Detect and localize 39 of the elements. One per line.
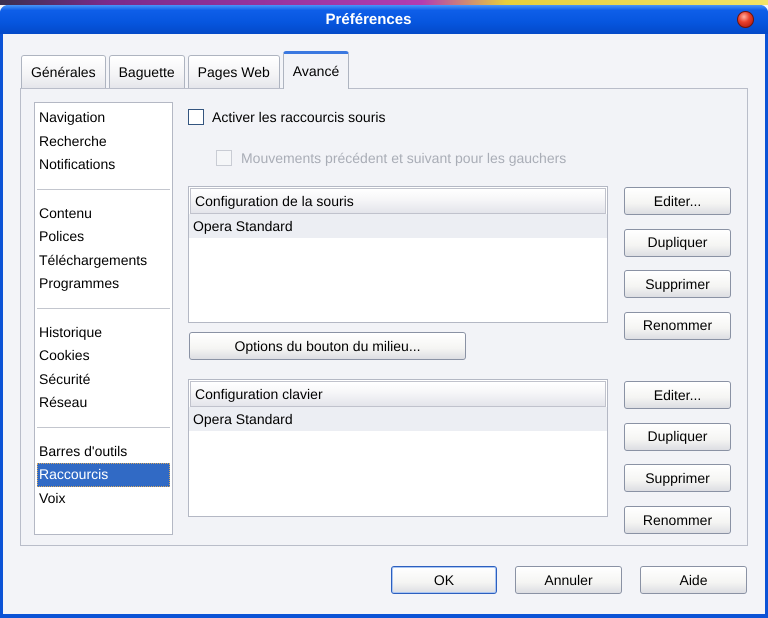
button[interactable]: Editer...	[624, 187, 731, 215]
sidebar-item[interactable]: Raccourcis	[37, 463, 170, 486]
sidebar-item[interactable]: Cookies	[37, 344, 170, 368]
sidebar-item[interactable]: Notifications	[37, 153, 170, 176]
sidebar-item[interactable]: Voix	[37, 486, 170, 510]
tab[interactable]: Générales	[21, 55, 106, 88]
sidebar-item[interactable]: Navigation	[37, 106, 170, 130]
tab[interactable]: Pages Web	[188, 55, 280, 88]
button[interactable]: Editer...	[624, 381, 731, 409]
list-item[interactable]: Opera Standard	[189, 214, 607, 238]
window-title: Préférences	[326, 12, 412, 27]
column-header[interactable]: Configuration de la souris	[190, 188, 606, 214]
column-header[interactable]: Configuration clavier	[190, 381, 606, 407]
tab[interactable]: Avancé	[282, 51, 350, 89]
sidebar-item[interactable]: Barres d'outils	[37, 440, 170, 463]
button[interactable]: Annuler	[515, 566, 622, 594]
button[interactable]: Dupliquer	[624, 228, 731, 256]
sidebar-item[interactable]: Historique	[37, 320, 170, 344]
button[interactable]: Renommer	[624, 312, 731, 340]
close-button[interactable]	[737, 11, 754, 28]
sidebar-item[interactable]: Sécurité	[37, 368, 170, 391]
sidebar-item[interactable]: Contenu	[37, 202, 170, 225]
list-item[interactable]: Opera Standard	[189, 407, 607, 431]
button[interactable]: OK	[391, 566, 497, 594]
button[interactable]: Dupliquer	[624, 422, 731, 451]
sidebar-item[interactable]: Téléchargements	[37, 248, 170, 272]
button[interactable]: Options du bouton du milieu...	[189, 332, 466, 360]
button[interactable]: Renommer	[624, 506, 731, 534]
checkbox-label: Mouvements précédent et suivant pour les gauchers	[241, 148, 566, 168]
button[interactable]: Aide	[640, 566, 747, 594]
button[interactable]: Supprimer	[624, 464, 731, 492]
tab[interactable]: Baguette	[108, 55, 185, 88]
sidebar-item[interactable]: Programmes	[37, 272, 170, 296]
button[interactable]: Supprimer	[624, 270, 731, 298]
sidebar-item[interactable]: Polices	[37, 225, 170, 248]
checkbox[interactable]	[188, 109, 204, 125]
sidebar-item[interactable]: Recherche	[37, 130, 170, 153]
checkbox-label[interactable]: Activer les raccourcis souris	[212, 106, 386, 128]
sidebar-item[interactable]: Réseau	[37, 391, 170, 414]
